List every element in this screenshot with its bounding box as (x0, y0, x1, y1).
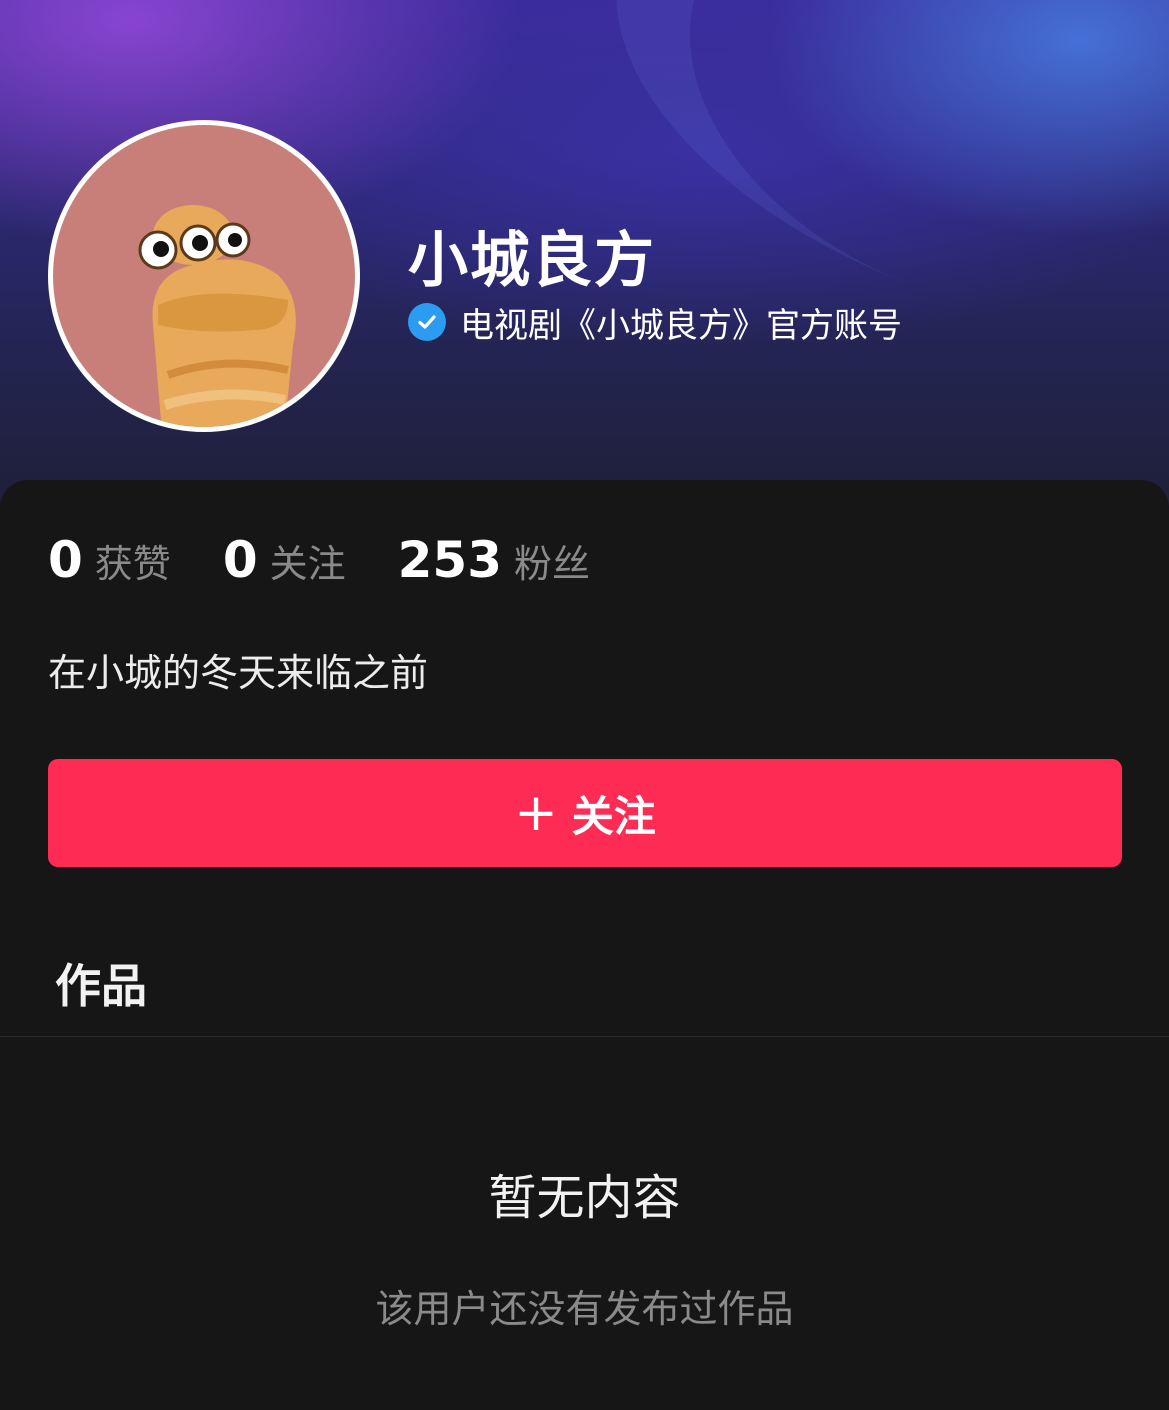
plus-icon: + (514, 783, 558, 843)
profile-bio: 在小城的冬天来临之前 (48, 651, 429, 695)
verified-badge-icon (408, 303, 446, 341)
stat-likes[interactable]: 0 获赞 (48, 531, 171, 589)
stat-following-label: 关注 (269, 542, 346, 586)
verification-text: 电视剧《小城良方》官方账号 (460, 305, 902, 346)
profile-name: 小城良方 (408, 226, 656, 296)
tab-divider (0, 1036, 1169, 1037)
tab-works[interactable]: 作品 (55, 950, 147, 1016)
stat-following[interactable]: 0 关注 (223, 531, 346, 589)
follow-button[interactable]: + 关注 (48, 759, 1122, 867)
stat-followers[interactable]: 253 粉丝 (398, 531, 590, 589)
profile-page: 小城良方 电视剧《小城良方》官方账号 0 获赞 0 关注 253 粉丝 在小城的… (0, 0, 1169, 1410)
stats-row: 0 获赞 0 关注 253 粉丝 (48, 520, 642, 600)
empty-state-title: 暂无内容 (488, 1170, 681, 1226)
profile-content-panel (0, 480, 1169, 1410)
stat-followers-count: 253 (397, 531, 502, 589)
avatar-image (53, 125, 355, 427)
verification-row: 电视剧《小城良方》官方账号 (408, 300, 902, 346)
stat-following-count: 0 (222, 531, 258, 589)
empty-state-subtitle: 该用户还没有发布过作品 (375, 1287, 794, 1331)
stat-followers-label: 粉丝 (514, 542, 591, 586)
stat-likes-label: 获赞 (94, 542, 171, 586)
avatar[interactable] (48, 120, 360, 432)
stat-likes-count: 0 (48, 531, 83, 589)
follow-button-label: 关注 (571, 791, 656, 841)
